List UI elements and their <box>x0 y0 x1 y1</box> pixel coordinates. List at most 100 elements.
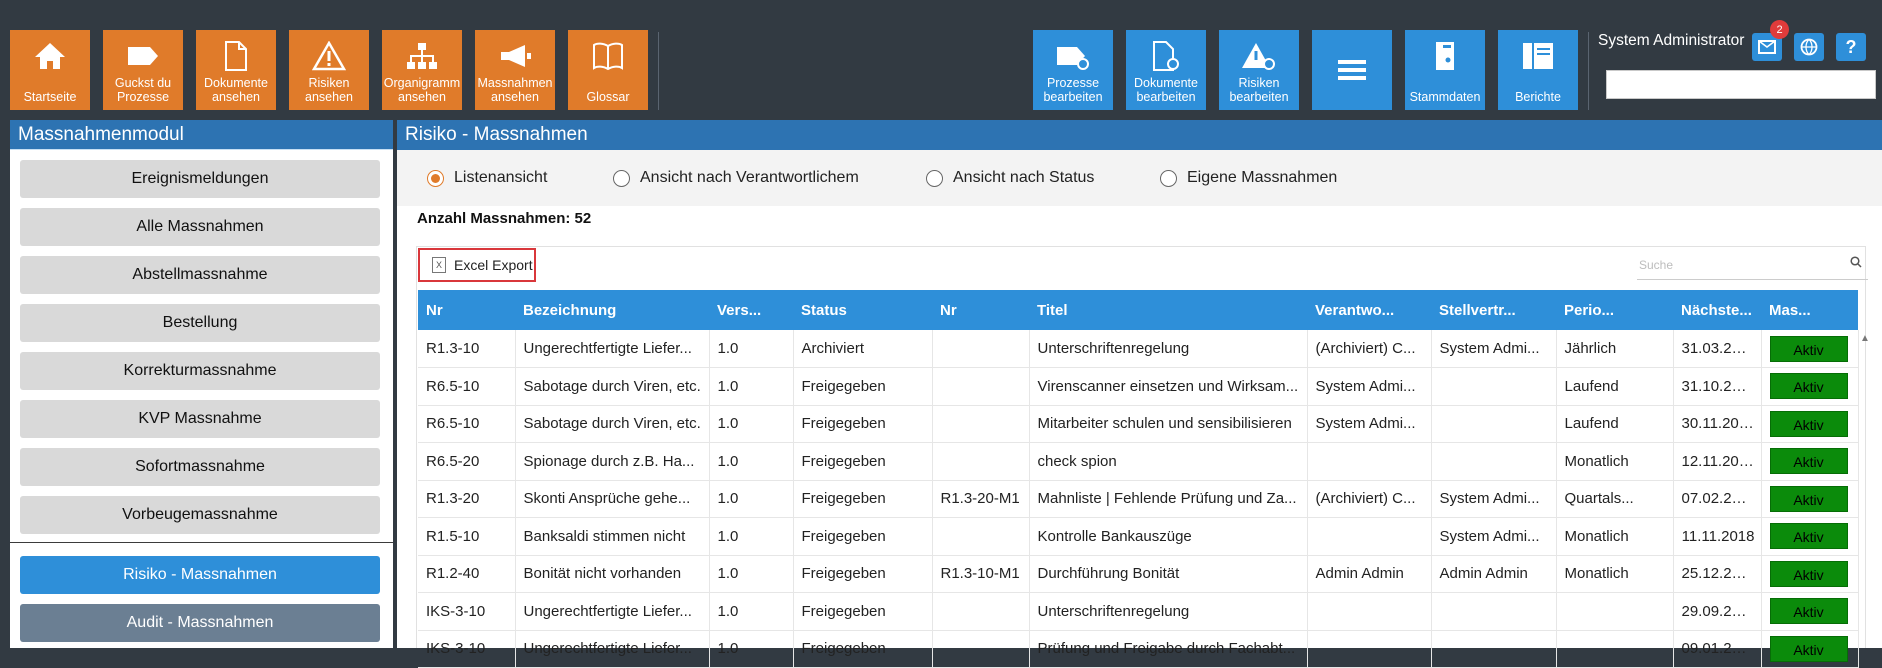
radio-listenansicht[interactable]: Listenansicht <box>427 169 547 187</box>
table-cell: (Archiviert) C... <box>1307 330 1432 368</box>
table-cell: 31.03.2019 <box>1673 330 1762 368</box>
sidebar-item-vorbeugemassnahme[interactable]: Vorbeugemassnahme <box>20 496 380 534</box>
table-cell: Kontrolle Bankauszüge <box>1029 517 1308 556</box>
page-title: Risiko - Massnahmen <box>397 120 1882 150</box>
table-cell <box>1307 630 1432 668</box>
table-cell <box>1431 630 1557 668</box>
sidebar-item-ereignismeldungen[interactable]: Ereignismeldungen <box>20 160 380 198</box>
risiken-bearbeiten-button[interactable]: Risiken bearbeiten <box>1219 30 1299 110</box>
sidebar-item-risiko-massnahmen[interactable]: Risiko - Massnahmen <box>20 556 380 594</box>
table-cell: R1.5-10 <box>418 517 516 556</box>
table-row[interactable]: IKS-3-10 Ungerechtfertigte Liefer... 1.0 Fr… <box>418 630 1859 668</box>
table-cell: IKS-3-10 <box>418 592 516 631</box>
table-cell: Freigegeben <box>793 367 933 406</box>
dokumente-bearbeiten-button[interactable]: Dokumente bearbeiten <box>1126 30 1206 110</box>
sidebar-divider <box>10 542 393 543</box>
massnahmen-ansehen-label: Massnahmen ansehen <box>477 76 553 104</box>
sidebar-item-abstellmassnahme[interactable]: Abstellmassnahme <box>20 256 380 294</box>
binder-icon <box>1425 38 1465 74</box>
help-icon[interactable]: ? <box>1836 33 1866 61</box>
table-cell: System Admi... <box>1307 405 1432 443</box>
column-header-verantwortlich[interactable]: Verantwo... <box>1307 290 1431 330</box>
table-cell <box>1307 442 1432 481</box>
table-cell: Ungerechtfertigte Liefer... <box>515 330 710 368</box>
table-cell: Virenscanner einsetzen und Wirksam... <box>1029 367 1308 406</box>
grid-search-input[interactable]: Suche <box>1637 250 1868 280</box>
org-chart-icon <box>402 38 442 74</box>
global-search-input[interactable] <box>1606 70 1876 99</box>
column-header-periode[interactable]: Perio... <box>1556 290 1673 330</box>
table-row[interactable]: IKS-3-10 Ungerechtfertigte Liefer... 1.0 Fr… <box>418 592 1859 631</box>
column-header-naechste[interactable]: Nächste... <box>1673 290 1761 330</box>
stammdaten-label: Stammdaten <box>1409 90 1481 104</box>
table-cell: Monatlich <box>1556 517 1674 556</box>
column-header-version[interactable]: Vers... <box>709 290 793 330</box>
document-gear-icon <box>1146 38 1186 74</box>
prozesse-bearbeiten-button[interactable]: Prozesse bearbeiten <box>1033 30 1113 110</box>
search-icon[interactable] <box>1850 256 1862 271</box>
berichte-label: Berichte <box>1515 90 1561 104</box>
menu-button[interactable] <box>1312 30 1392 110</box>
prozesse-button[interactable]: Guckst du Prozesse <box>103 30 183 110</box>
excel-export-button[interactable]: X Excel Export <box>418 248 536 282</box>
scroll-up-icon[interactable]: ▲ <box>1860 333 1870 344</box>
table-row[interactable]: R1.5-10 Banksaldi stimmen nicht 1.0 Freigeg… <box>418 517 1859 556</box>
sidebar-item-sofortmassnahme[interactable]: Sofortmassnahme <box>20 448 380 486</box>
column-header-massnahme-nr[interactable]: Nr <box>932 290 1029 330</box>
column-header-status[interactable]: Status <box>793 290 932 330</box>
table-cell: 09.01.2017 <box>1673 630 1762 668</box>
massnahmen-count: Anzahl Massnahmen: 52 <box>417 210 592 227</box>
table-cell: R6.5-20 <box>418 442 516 481</box>
dokumente-ansehen-button[interactable]: Dokumente ansehen <box>196 30 276 110</box>
massnahmen-ansehen-button[interactable]: Massnahmen ansehen <box>475 30 555 110</box>
radio-eigene-massnahmen[interactable]: Eigene Massnahmen <box>1160 169 1337 187</box>
aktiv-status-badge: Aktiv <box>1769 523 1848 550</box>
table-cell: 30.11.2016 <box>1673 405 1762 443</box>
glossar-button[interactable]: Glossar <box>568 30 648 110</box>
glossar-label: Glossar <box>586 90 630 104</box>
startseite-button[interactable]: Startseite <box>10 30 90 110</box>
sidebar-item-korrekturmassnahme[interactable]: Korrekturmassnahme <box>20 352 380 390</box>
risiken-ansehen-label: Risiken ansehen <box>305 76 353 104</box>
table-cell <box>1307 517 1432 556</box>
book-icon <box>588 38 628 74</box>
sidebar-item-audit-massnahmen[interactable]: Audit - Massnahmen <box>20 604 380 642</box>
sidebar-item-kvp-massnahme[interactable]: KVP Massnahme <box>20 400 380 438</box>
radio-ansicht-status[interactable]: Ansicht nach Status <box>926 169 1094 187</box>
globe-icon[interactable] <box>1794 33 1824 61</box>
table-cell: Jährlich <box>1556 330 1674 368</box>
table-cell: Freigegeben <box>793 555 933 593</box>
radio-unselected-icon <box>926 169 943 187</box>
table-row[interactable]: R1.3-20 Skonti Ansprüche gehe... 1.0 Freige… <box>418 480 1859 518</box>
table-cell: Aktiv <box>1761 367 1859 406</box>
top-toolbar: Startseite Guckst du Prozesse Dokumente … <box>0 0 1882 118</box>
column-header-bezeichnung[interactable]: Bezeichnung <box>515 290 709 330</box>
table-row[interactable]: R1.3-10 Ungerechtfertigte Liefer... 1.0 Arc… <box>418 330 1859 368</box>
column-header-massnahme-status[interactable]: Mas... <box>1761 290 1858 330</box>
table-cell: R1.3-10 <box>418 330 516 368</box>
radio-ansicht-verantwortlichem[interactable]: Ansicht nach Verantwortlichem <box>613 169 859 187</box>
sidebar-item-alle-massnahmen[interactable]: Alle Massnahmen <box>20 208 380 246</box>
table-cell: Unterschriftenregelung <box>1029 330 1308 368</box>
table-cell: R1.3-20-M1 <box>932 480 1030 518</box>
table-row[interactable]: R1.2-40 Bonität nicht vorhanden 1.0 Freigeg… <box>418 555 1859 593</box>
table-row[interactable]: R6.5-20 Spionage durch z.B. Ha... 1.0 Freig… <box>418 442 1859 481</box>
column-header-nr[interactable]: Nr <box>418 290 515 330</box>
table-cell: Archiviert <box>793 330 933 368</box>
column-header-titel[interactable]: Titel <box>1029 290 1307 330</box>
document-icon <box>216 38 256 74</box>
sidebar-item-bestellung[interactable]: Bestellung <box>20 304 380 342</box>
table-row[interactable]: R6.5-10 Sabotage durch Viren, etc. 1.0 Frei… <box>418 367 1859 406</box>
risiken-ansehen-button[interactable]: Risiken ansehen <box>289 30 369 110</box>
table-cell <box>1556 630 1674 668</box>
table-cell: 1.0 <box>709 555 794 593</box>
table-row[interactable]: R6.5-10 Sabotage durch Viren, etc. 1.0 Frei… <box>418 405 1859 443</box>
column-header-stellvertreter[interactable]: Stellvertr... <box>1431 290 1556 330</box>
stammdaten-button[interactable]: Stammdaten <box>1405 30 1485 110</box>
user-name[interactable]: System Administrator <box>1598 32 1744 50</box>
berichte-button[interactable]: Berichte <box>1498 30 1578 110</box>
table-cell: Aktiv <box>1761 630 1859 668</box>
aktiv-status-badge: Aktiv <box>1769 448 1848 475</box>
table-cell: Freigegeben <box>793 442 933 481</box>
organigramm-button[interactable]: Organigramm ansehen <box>382 30 462 110</box>
